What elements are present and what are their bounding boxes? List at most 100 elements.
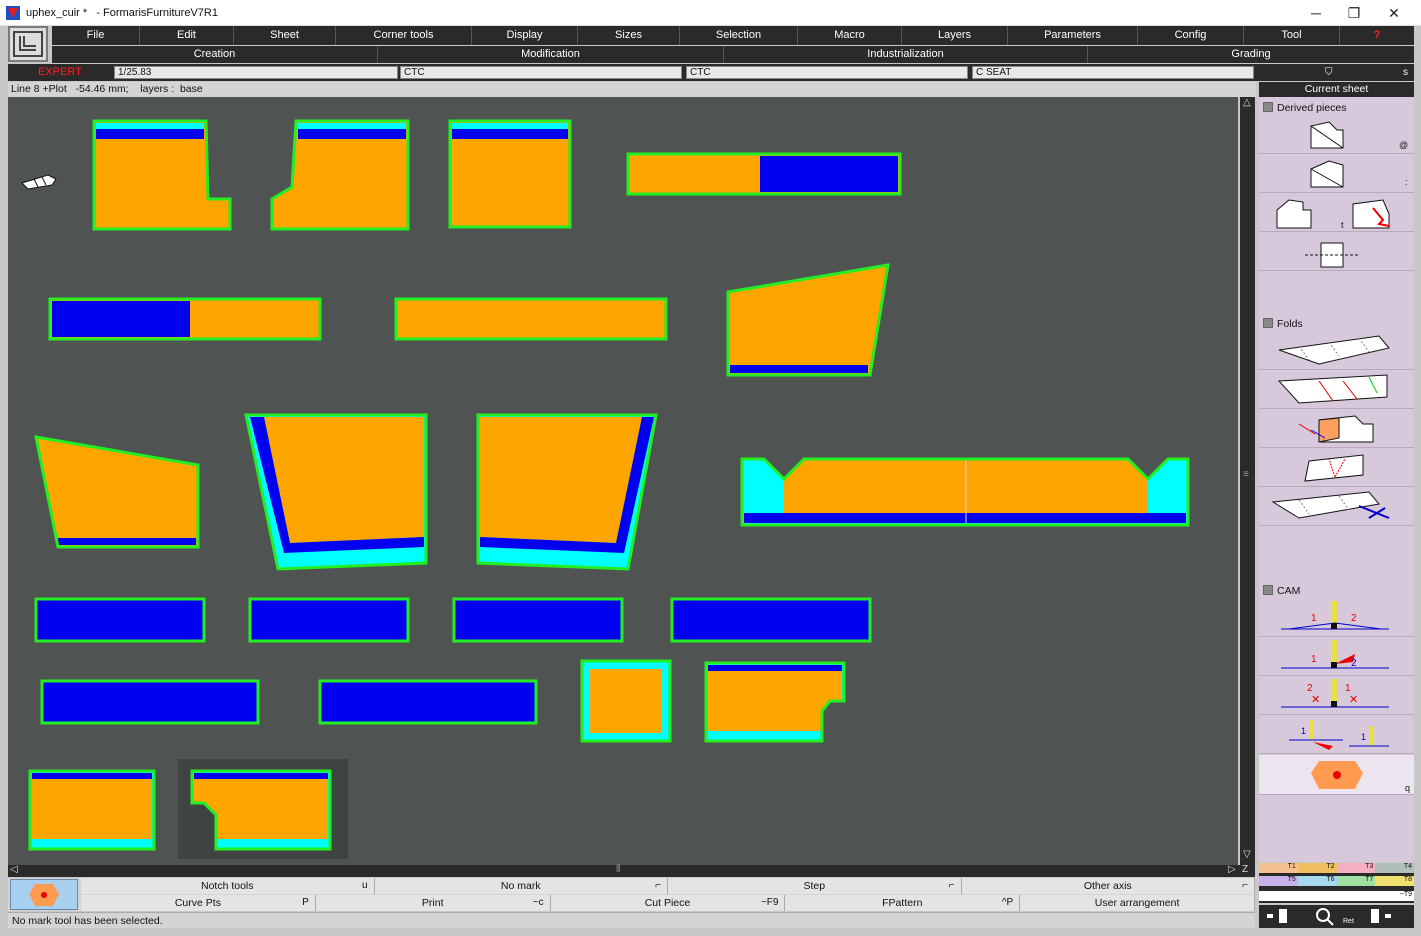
- piece-8[interactable]: [34, 435, 200, 549]
- sheet-selector[interactable]: ⛉ s: [1259, 66, 1414, 79]
- section-folds[interactable]: Folds: [1263, 318, 1303, 330]
- piece-16[interactable]: [40, 679, 260, 725]
- legend-t5[interactable]: T5: [1259, 876, 1298, 886]
- piece-14[interactable]: [452, 597, 624, 643]
- user-arrangement-button[interactable]: User arrangement: [1020, 895, 1255, 911]
- tool-fold-1[interactable]: [1259, 332, 1414, 370]
- legend-t6[interactable]: T6: [1297, 876, 1337, 886]
- legend-t1[interactable]: T1: [1259, 863, 1298, 873]
- lectra-logo[interactable]: [8, 26, 48, 62]
- piece-3[interactable]: [448, 119, 572, 229]
- piece-15[interactable]: [670, 597, 872, 643]
- piece-17[interactable]: [318, 679, 538, 725]
- cut-piece-button[interactable]: Cut Piece ~F9: [550, 895, 786, 911]
- cam-label: 2: [1351, 613, 1357, 624]
- menu-display[interactable]: Display: [472, 26, 578, 45]
- scroll-right-icon[interactable]: ▷: [1228, 864, 1236, 875]
- legend-t4[interactable]: T4: [1375, 863, 1414, 873]
- print-button[interactable]: Print ~c: [315, 895, 551, 911]
- tool-fold-4[interactable]: [1259, 449, 1414, 487]
- scale-field[interactable]: 1/25.83: [114, 66, 398, 79]
- field-3[interactable]: C SEAT: [972, 66, 1254, 79]
- bottom-label: No mark: [500, 880, 541, 892]
- other-axis-button[interactable]: Other axis ⌐: [961, 878, 1255, 894]
- field-2[interactable]: CTC: [686, 66, 968, 79]
- no-mark-button[interactable]: No mark ⌐: [374, 878, 668, 894]
- menu-edit[interactable]: Edit: [140, 26, 234, 45]
- legend-t2[interactable]: T2: [1297, 863, 1337, 873]
- piece-11[interactable]: [740, 457, 1190, 527]
- section-derived-pieces[interactable]: Derived pieces: [1263, 102, 1346, 114]
- tool-derived-3[interactable]: t: [1259, 194, 1414, 232]
- category-grading[interactable]: Grading: [1088, 46, 1414, 63]
- current-tool-button[interactable]: [10, 879, 78, 910]
- category-industrialization[interactable]: Industrialization: [724, 46, 1088, 63]
- piece-9[interactable]: [244, 413, 428, 571]
- maximize-button[interactable]: ❐: [1334, 2, 1374, 24]
- hscroll-grip-icon[interactable]: ⦀: [616, 864, 620, 875]
- fit-left-icon[interactable]: [1267, 909, 1287, 923]
- legend-t7[interactable]: T7: [1336, 876, 1376, 886]
- fpattern-button[interactable]: FPattern ^P: [785, 895, 1021, 911]
- tool-derived-1[interactable]: @: [1259, 116, 1414, 154]
- piece-2[interactable]: [270, 119, 410, 231]
- menu-config[interactable]: Config: [1138, 26, 1244, 45]
- status-line: Line 8 +Plot -54.46 mm; layers : base: [8, 82, 1256, 97]
- piece-7[interactable]: [726, 263, 890, 377]
- drawing-canvas[interactable]: .o { fill: #ffa500; } .b { fill: #0000ee…: [8, 97, 1238, 865]
- scroll-left-icon[interactable]: ◁: [10, 864, 18, 875]
- step-button[interactable]: Step ⌐: [668, 878, 962, 894]
- piece-1[interactable]: [92, 119, 232, 231]
- bottom-row-1: Notch tools u No mark ⌐ Step ⌐ Other axis ⌐: [81, 878, 1255, 894]
- legend-t9[interactable]: ~T9: [1259, 891, 1414, 901]
- piece-5[interactable]: [48, 297, 322, 341]
- tool-cam-2[interactable]: 1 2: [1259, 638, 1414, 676]
- piece-20[interactable]: [28, 769, 156, 851]
- horizontal-scrollbar[interactable]: ◁ ⦀ ▷ Z: [8, 864, 1255, 877]
- zoom-z-icon[interactable]: Z: [1242, 864, 1248, 875]
- menu-selection[interactable]: Selection: [680, 26, 798, 45]
- menu-layers[interactable]: Layers: [902, 26, 1008, 45]
- piece-6[interactable]: [394, 297, 668, 341]
- tool-derived-2[interactable]: :: [1259, 155, 1414, 193]
- menu-file[interactable]: File: [52, 26, 140, 45]
- menu-tool[interactable]: Tool: [1244, 26, 1340, 45]
- tool-cam-5[interactable]: q: [1259, 755, 1414, 795]
- tool-cam-1[interactable]: 1 2: [1259, 599, 1414, 637]
- menu-sheet[interactable]: Sheet: [234, 26, 336, 45]
- legend-t3[interactable]: T3: [1336, 863, 1376, 873]
- tool-derived-4[interactable]: [1259, 233, 1414, 271]
- tool-cam-3[interactable]: 2 1 ✕ ✕: [1259, 677, 1414, 715]
- piece-19[interactable]: [704, 661, 846, 743]
- piece-13[interactable]: [248, 597, 410, 643]
- menu-corner-tools[interactable]: Corner tools: [336, 26, 472, 45]
- menu-parameters[interactable]: Parameters: [1008, 26, 1138, 45]
- category-modification[interactable]: Modification: [378, 46, 724, 63]
- legend-t8[interactable]: T8: [1375, 876, 1414, 886]
- close-button[interactable]: ✕: [1374, 2, 1414, 24]
- cam-label: 1: [1345, 683, 1351, 694]
- menu-sizes[interactable]: Sizes: [578, 26, 680, 45]
- notch-tools-button[interactable]: Notch tools u: [81, 878, 375, 894]
- tool-fold-2[interactable]: [1259, 371, 1414, 409]
- tool-fold-3[interactable]: [1259, 410, 1414, 448]
- tool-fold-5[interactable]: [1259, 488, 1414, 526]
- tool-cam-4[interactable]: 1 1: [1259, 716, 1414, 754]
- piece-18[interactable]: [580, 659, 672, 743]
- category-creation[interactable]: Creation: [52, 46, 378, 63]
- piece-12[interactable]: [34, 597, 206, 643]
- menu-macro[interactable]: Macro: [798, 26, 902, 45]
- vertical-scrollbar[interactable]: △ ≡ ▽: [1240, 97, 1255, 865]
- piece-10[interactable]: [476, 413, 658, 571]
- piece-4[interactable]: [626, 152, 902, 196]
- scroll-down-icon[interactable]: ▽: [1243, 849, 1251, 860]
- scroll-up-icon[interactable]: △: [1243, 97, 1251, 108]
- curve-pts-button[interactable]: Curve Pts P: [81, 895, 316, 911]
- scroll-grip-icon[interactable]: ≡: [1243, 469, 1249, 480]
- section-cam[interactable]: CAM: [1263, 585, 1300, 597]
- minimize-button[interactable]: ─: [1296, 2, 1336, 24]
- help-icon[interactable]: ?: [1340, 26, 1414, 45]
- field-1[interactable]: CTC: [400, 66, 682, 79]
- fit-right-icon[interactable]: [1371, 909, 1391, 923]
- zoom-icon[interactable]: [1316, 908, 1334, 926]
